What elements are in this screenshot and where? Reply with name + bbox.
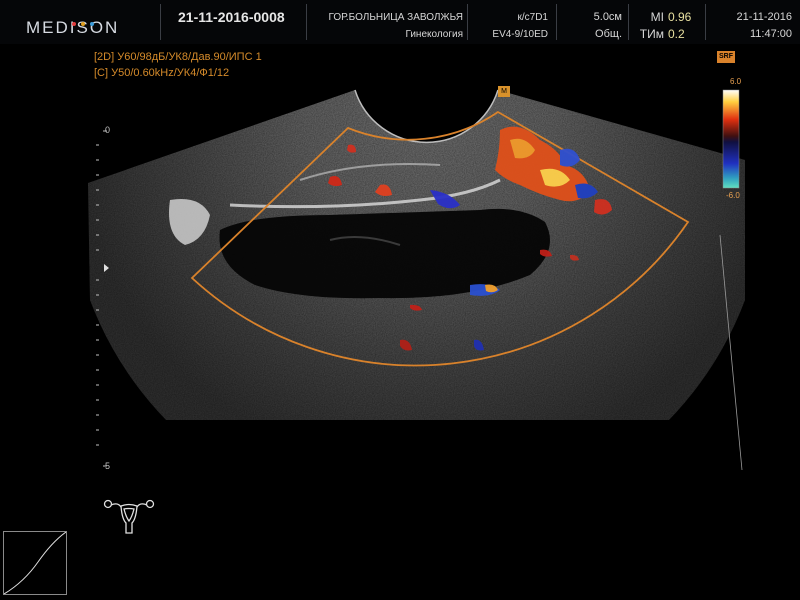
- uterus-icon[interactable]: [102, 497, 156, 537]
- depth-info: 5.0см Общ.: [577, 9, 622, 43]
- logo-dots: [72, 11, 99, 30]
- patient-id[interactable]: 21-11-2016-0008: [178, 9, 285, 25]
- logo-dot-orange: [81, 22, 85, 26]
- header-separator: [705, 4, 706, 40]
- orientation-marker-icon: M: [498, 86, 510, 97]
- color-scale-max: 6.0: [730, 77, 742, 86]
- depth-mark-bottom: 5: [105, 461, 111, 471]
- header-separator: [628, 4, 629, 40]
- probe-model: EV4-9/10ED: [492, 29, 548, 40]
- header-separator: [160, 4, 161, 40]
- header-separator: [556, 4, 557, 40]
- index-labels: MI ТИм: [632, 9, 664, 43]
- hospital-info: ГОР.БОЛЬНИЦА ЗАВОЛЖЬЯ Гинекология: [313, 9, 463, 43]
- header-bar: MEDISON 21-11-2016-0008 ГОР.БОЛЬНИЦА ЗАВ…: [0, 0, 800, 44]
- time-value: 11:47:00: [749, 28, 792, 40]
- preset-type: Общ.: [595, 28, 622, 40]
- mi-label: MI: [650, 10, 664, 24]
- hospital-name: ГОР.БОЛЬНИЦА ЗАВОЛЖЬЯ: [328, 12, 463, 23]
- params-2d: [2D] У60/98дБ/УК8/Дав.90/ИПС 1: [94, 51, 262, 63]
- header-separator: [467, 4, 468, 40]
- tim-label: ТИм: [639, 27, 664, 41]
- date-value: 21-11-2016: [736, 11, 792, 23]
- tim-value: 0.2: [668, 27, 685, 41]
- mi-value: 0.96: [668, 10, 692, 24]
- depth-value: 5.0см: [593, 11, 622, 23]
- srf-label: SRF: [717, 51, 735, 63]
- logo-dot-red: [72, 22, 76, 26]
- probe-info: к/с7D1 EV4-9/10ED: [470, 9, 548, 43]
- header-separator: [306, 4, 307, 40]
- department-name: Гинекология: [405, 29, 463, 40]
- depth-mark-top: 0: [105, 125, 111, 135]
- focus-arrow-icon[interactable]: [104, 264, 109, 272]
- params-color: [C] У50/0.60kHz/УК4/Ф1/12: [94, 67, 230, 79]
- index-values: 0.96 0.2: [668, 9, 698, 43]
- color-velocity-bar: [722, 89, 740, 189]
- date-time: 21-11-2016 11:47:00: [712, 9, 792, 43]
- logo-dot-blue: [90, 22, 94, 26]
- imaging-parameters: [2D] У60/98дБ/УК8/Дав.90/ИПС 1 [C] У50/0…: [94, 49, 262, 81]
- probe-preset: к/с7D1: [517, 12, 549, 23]
- color-scale-min: -6.0: [726, 191, 740, 200]
- gray-map-curve[interactable]: [3, 531, 67, 595]
